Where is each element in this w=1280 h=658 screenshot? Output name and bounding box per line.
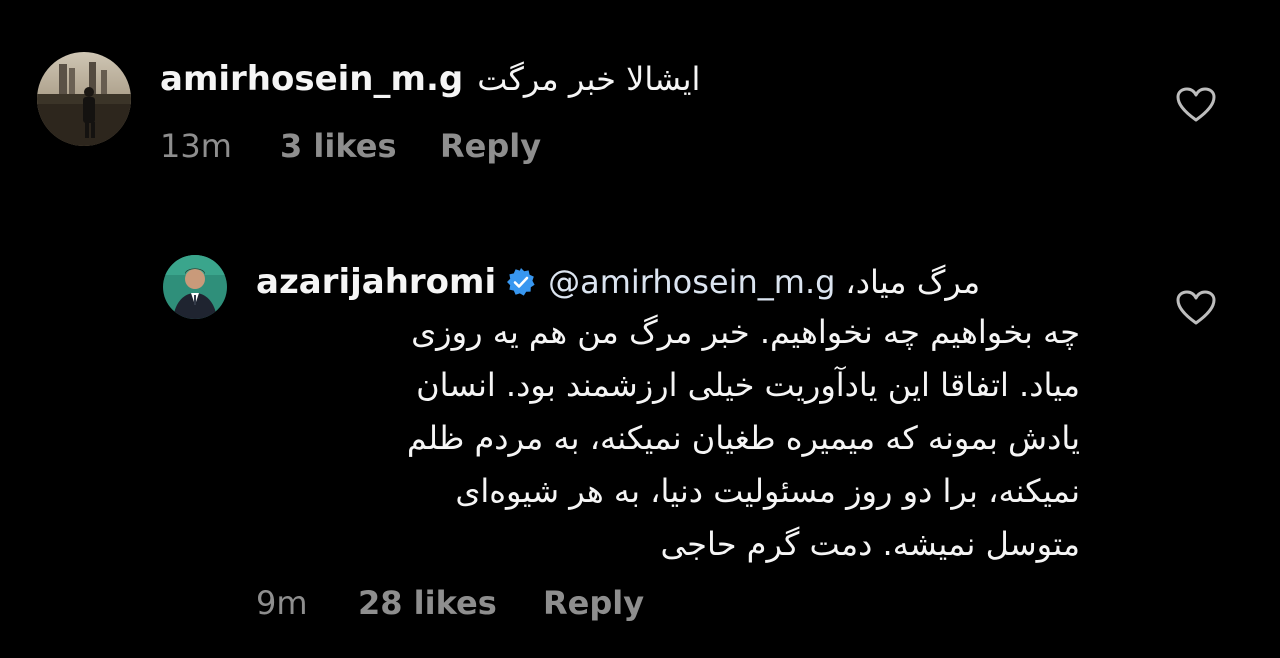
comment-text-row: amirhosein_m.g ایشالا خبر مرگت [160,55,700,103]
profile-photo-icon [37,52,131,146]
mention-link[interactable]: @amirhosein_m.g [548,263,835,301]
username[interactable]: azarijahromi [256,262,496,302]
like-heart-icon[interactable] [1176,87,1216,123]
comment-text: ایشالا خبر مرگت [477,60,701,98]
profile-photo-icon [163,255,227,319]
comment-text-line: یادش بمونه که میمیره طغیان نمیکنه، به مر… [406,419,1080,457]
comment-text: چه بخواهیم چه نخواهیم. خبر مرگ من هم یه … [250,306,1080,571]
verified-badge-icon [506,267,536,297]
avatar[interactable] [37,52,131,146]
likes-count[interactable]: 3 likes [280,127,440,165]
comment-text-line: نمیکنه، برا دو روز مسئولیت دنیا، به هر ش… [455,472,1080,510]
comment-text-line: متوسل نمیشه. دمت گرم حاجی [660,525,1081,563]
reply-button[interactable]: Reply [543,584,644,622]
likes-count[interactable]: 28 likes [358,584,543,622]
avatar[interactable] [163,255,227,319]
comment-text-line: میاد. اتفاقا این یادآوریت خیلی ارزشمند ب… [416,366,1080,404]
like-heart-icon[interactable] [1176,290,1216,326]
comment-text-first-line: مرگ میاد، [845,263,981,301]
comment-text-line: چه بخواهیم چه نخواهیم. خبر مرگ من هم یه … [411,313,1080,351]
comments-screen: amirhosein_m.g ایشالا خبر مرگت 13m 3 lik… [0,0,1280,658]
comment-meta: 9m 28 likes Reply [256,581,644,625]
comment-meta: 13m 3 likes Reply [160,124,541,168]
username[interactable]: amirhosein_m.g [160,59,463,99]
reply-button[interactable]: Reply [440,127,541,165]
comment-time: 13m [160,127,232,165]
comment-header-row: azarijahromi @amirhosein_m.g مرگ میاد، [256,258,980,306]
comment-time: 9m [256,584,308,622]
